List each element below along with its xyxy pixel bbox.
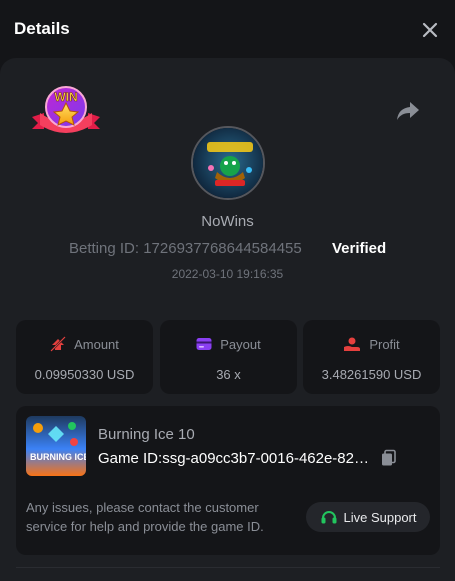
payout-card: Payout 36 x [160, 320, 297, 394]
profit-value: 3.48261590 USD [321, 367, 422, 382]
game-thumbnail[interactable]: BURNING ICE 10... [26, 416, 86, 476]
payout-value: 36 x [216, 367, 241, 382]
header: Details [0, 0, 455, 58]
verified-badge: Verified [332, 240, 387, 257]
share-button[interactable] [396, 100, 420, 122]
divider [16, 567, 440, 568]
page-title: Details [14, 19, 70, 38]
betting-id-label: Betting ID: [69, 240, 140, 257]
profit-hand-icon [344, 337, 361, 351]
amount-icon [50, 336, 66, 352]
copy-icon [382, 449, 396, 466]
betting-id-value: 1726937768644584455 [143, 240, 302, 257]
close-icon [422, 22, 438, 38]
bet-timestamp: 2022-03-10 19:16:35 [171, 267, 284, 281]
amount-card: Amount 0.09950330 USD [16, 320, 153, 394]
live-support-button[interactable]: Live Support [306, 502, 430, 532]
support-note: Any issues, please contact the customer … [26, 500, 264, 534]
game-id-label: Game ID: [98, 450, 163, 467]
game-id-value: ssg-a09cc3b7-0016-462e-82… [162, 450, 369, 467]
profit-card: Profit 3.48261590 USD [303, 320, 440, 394]
game-id: Game ID:ssg-a09cc3b7-0016-462e-82… [98, 450, 374, 467]
close-button[interactable] [418, 18, 442, 42]
payout-card-icon [196, 338, 212, 350]
copy-game-id-button[interactable] [380, 449, 398, 467]
username: NoWins [201, 213, 254, 230]
amount-value: 0.09950330 USD [34, 367, 135, 382]
betting-id-row: Betting ID: 1726937768644584455 [69, 240, 302, 257]
game-card: BURNING ICE 10... Burning Ice 10 Game ID… [16, 406, 440, 555]
game-thumb-text: BURNING ICE 10... [30, 452, 86, 462]
headset-icon [321, 511, 336, 524]
share-arrow-icon [397, 102, 419, 120]
win-badge-text: WIN [54, 90, 77, 104]
payout-label: Payout [220, 336, 261, 352]
amount-label: Amount [74, 336, 119, 352]
profit-label: Profit [369, 336, 400, 352]
live-support-label: Live Support [343, 509, 417, 525]
game-name[interactable]: Burning Ice 10 [98, 426, 195, 443]
win-badge: WIN [30, 85, 102, 143]
avatar [191, 126, 265, 200]
